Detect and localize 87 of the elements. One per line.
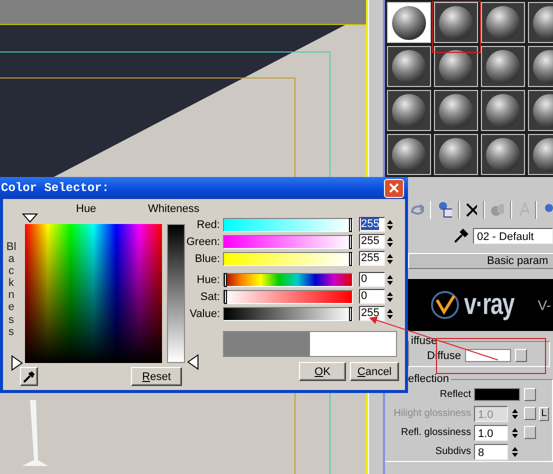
number-field[interactable]: 0: [359, 289, 385, 304]
sphere-preview: [439, 138, 473, 172]
number-field[interactable]: 0: [359, 272, 385, 287]
eyedropper-icon: [23, 370, 35, 382]
slider-thumb[interactable]: [349, 234, 352, 248]
material-slot[interactable]: [481, 46, 525, 87]
close-button[interactable]: [384, 178, 404, 198]
spinner[interactable]: [511, 444, 521, 458]
sphere-preview: [392, 50, 426, 84]
number-field[interactable]: 255: [359, 217, 385, 232]
dialog-title: Color Selector:: [1, 181, 110, 195]
material-name-field[interactable]: 02 - Default: [473, 228, 553, 244]
channel-label: Green:: [186, 236, 220, 248]
field-label: Refl. glossiness: [400, 427, 471, 438]
field-label: Hilight glossiness: [394, 408, 471, 419]
annotation-frame: [432, 1, 481, 53]
color-swatch[interactable]: [474, 388, 520, 401]
number-field[interactable]: 255: [359, 251, 385, 266]
slider-thumb[interactable]: [349, 252, 352, 266]
cross-icon[interactable]: [466, 203, 478, 217]
sphere-preview: [486, 50, 520, 84]
group-title: iffuse: [410, 335, 438, 347]
close-icon: [389, 183, 399, 193]
number-field[interactable]: 255: [359, 234, 385, 249]
sphere-preview: [486, 6, 520, 40]
eyedropper-icon[interactable]: [453, 228, 469, 244]
channel-label: Value:: [190, 308, 220, 320]
column-label: Whiteness: [148, 203, 200, 215]
blackness-marker-icon[interactable]: [10, 355, 23, 371]
ok-button[interactable]: OK: [299, 362, 346, 381]
field-label: Reflect: [440, 389, 471, 400]
material-slot[interactable]: [481, 134, 525, 175]
sphere-preview: [392, 94, 426, 128]
sphere-preview: [486, 94, 520, 128]
color-slider[interactable]: [223, 252, 353, 266]
color-slider[interactable]: [223, 234, 353, 248]
eyedropper-button[interactable]: [20, 367, 38, 386]
material-slot[interactable]: [434, 2, 478, 43]
banner-caption: V-: [538, 297, 551, 313]
slider-thumb[interactable]: [224, 272, 227, 286]
spinner[interactable]: [511, 406, 521, 420]
group-title: eflection: [407, 373, 450, 385]
slider-thumb[interactable]: [349, 306, 352, 320]
number-field[interactable]: 1.0: [474, 424, 508, 440]
number-field[interactable]: 8: [474, 444, 508, 460]
channel-label: Red:: [196, 218, 220, 230]
map-button[interactable]: [524, 388, 536, 401]
field-label: Subdivs: [435, 446, 471, 457]
channel-label: Hue:: [196, 274, 220, 286]
slider-thumb[interactable]: [349, 218, 352, 232]
sphere-preview: [486, 138, 520, 172]
material-slot[interactable]: [434, 134, 478, 175]
blackness-label: Blackness: [5, 240, 17, 340]
color-slider[interactable]: [223, 218, 353, 232]
rollout-header[interactable]: Basic param: [408, 253, 553, 269]
material-slot[interactable]: [387, 2, 431, 43]
material-slot[interactable]: [387, 90, 431, 131]
material-slot[interactable]: [434, 90, 478, 131]
whiteness-marker-icon[interactable]: [186, 354, 199, 370]
logo-text: v·ray: [464, 288, 514, 322]
slider-thumb[interactable]: [224, 290, 227, 304]
channel-label: Blue:: [194, 252, 220, 264]
reset-button[interactable]: Reset: [131, 367, 182, 386]
map-button[interactable]: [524, 426, 536, 439]
material-slot[interactable]: [434, 46, 478, 87]
material-slot[interactable]: [481, 90, 525, 131]
hue-blackness-picker[interactable]: [24, 224, 162, 363]
sphere-preview: [392, 6, 426, 40]
material-slot[interactable]: [387, 46, 431, 87]
color-slider[interactable]: [223, 272, 353, 286]
spinner[interactable]: [511, 426, 521, 440]
sphere-preview: [439, 94, 473, 128]
number-field[interactable]: 255: [359, 306, 385, 321]
logo-swirl-icon: [430, 290, 460, 320]
color-slider[interactable]: [223, 306, 353, 320]
column-label: Hue: [76, 203, 96, 215]
color-swatch[interactable]: [465, 349, 512, 362]
material-slot[interactable]: [481, 2, 525, 43]
material-slot[interactable]: [387, 134, 431, 175]
sphere-preview: [439, 50, 473, 84]
sphere-preview: [392, 138, 426, 172]
channel-label: Sat:: [200, 290, 220, 302]
sphere-preview: [439, 6, 473, 40]
color-slider[interactable]: [223, 290, 353, 304]
sphere-cube-icon[interactable]: [437, 201, 452, 219]
cancel-button[interactable]: Cancel: [350, 362, 399, 381]
map-button[interactable]: [515, 349, 528, 362]
